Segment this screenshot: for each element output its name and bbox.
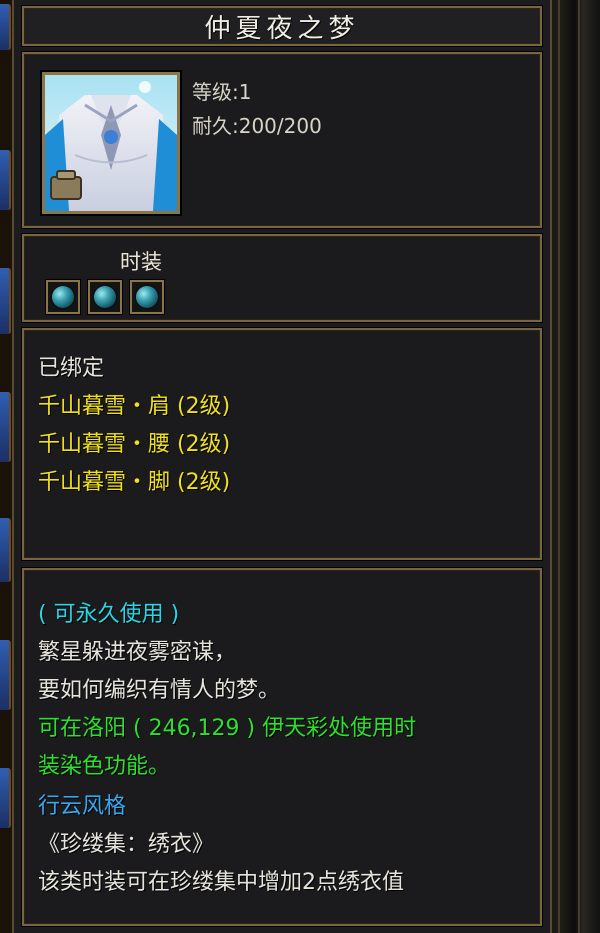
frame-divider [558, 0, 560, 933]
collection-note: 该类时装可在珍缕集中增加2点绣衣值 [38, 870, 404, 895]
fashion-section: 时装 [22, 234, 542, 322]
frame-divider [578, 0, 580, 933]
item-header-section: 等级:1 耐久:200/200 [22, 52, 542, 228]
item-level: 等级:1 [192, 80, 252, 104]
style-name: 行云风格 [38, 794, 127, 819]
game-screen: 仲夏夜之梦 等级:1 耐久:200/200 时装 已绑定 千山暮雪・肩 (2级)… [0, 0, 600, 933]
item-name: 仲夏夜之梦 [204, 13, 360, 44]
dye-instruction-line: 装染色功能。 [38, 754, 171, 779]
inventory-edge-strip [0, 0, 12, 933]
gem-slot[interactable] [130, 280, 164, 314]
inventory-slot-edge[interactable] [0, 392, 11, 462]
teal-gem-icon [136, 286, 158, 308]
teal-gem-icon [52, 286, 74, 308]
bound-status: 已绑定 [38, 356, 105, 381]
gem-slot[interactable] [88, 280, 122, 314]
teal-gem-icon [94, 286, 116, 308]
item-title-bar: 仲夏夜之梦 [22, 6, 542, 46]
fashion-costume-portrait-icon [42, 72, 180, 214]
set-piece-waist: 千山暮雪・腰 (2级) [38, 432, 231, 457]
dye-instruction-line: 可在洛阳 ( 246,129 ) 伊天彩处使用时 [38, 716, 417, 741]
description-section: ( 可永久使用 ) 繁星躲进夜雾密谋， 要如何编织有情人的梦。 可在洛阳 ( 2… [22, 568, 542, 926]
inventory-slot-edge[interactable] [0, 640, 11, 710]
item-durability: 耐久:200/200 [192, 114, 322, 138]
set-piece-feet: 千山暮雪・脚 (2级) [38, 470, 231, 495]
collection-name: 《珍缕集：绣衣》 [38, 832, 215, 857]
flavor-text-line: 要如何编织有情人的梦。 [38, 678, 281, 703]
item-tooltip: 仲夏夜之梦 等级:1 耐久:200/200 时装 已绑定 千山暮雪・肩 (2级)… [12, 0, 552, 933]
inventory-slot-edge[interactable] [0, 150, 11, 210]
inventory-slot-edge[interactable] [0, 268, 11, 334]
window-frame-edge [544, 0, 600, 933]
inventory-slot-edge[interactable] [0, 768, 11, 828]
inventory-slot-edge[interactable] [0, 4, 11, 50]
set-piece-shoulder: 千山暮雪・肩 (2级) [38, 394, 231, 419]
inventory-slot-edge[interactable] [0, 518, 11, 582]
gem-slot[interactable] [46, 280, 80, 314]
flavor-text-line: 繁星躲进夜雾密谋， [38, 640, 237, 665]
permanent-use-note: ( 可永久使用 ) [38, 602, 180, 627]
item-category: 时装 [120, 250, 162, 274]
set-bonus-section: 已绑定 千山暮雪・肩 (2级) 千山暮雪・腰 (2级) 千山暮雪・脚 (2级) [22, 328, 542, 560]
costume-image [45, 75, 177, 211]
